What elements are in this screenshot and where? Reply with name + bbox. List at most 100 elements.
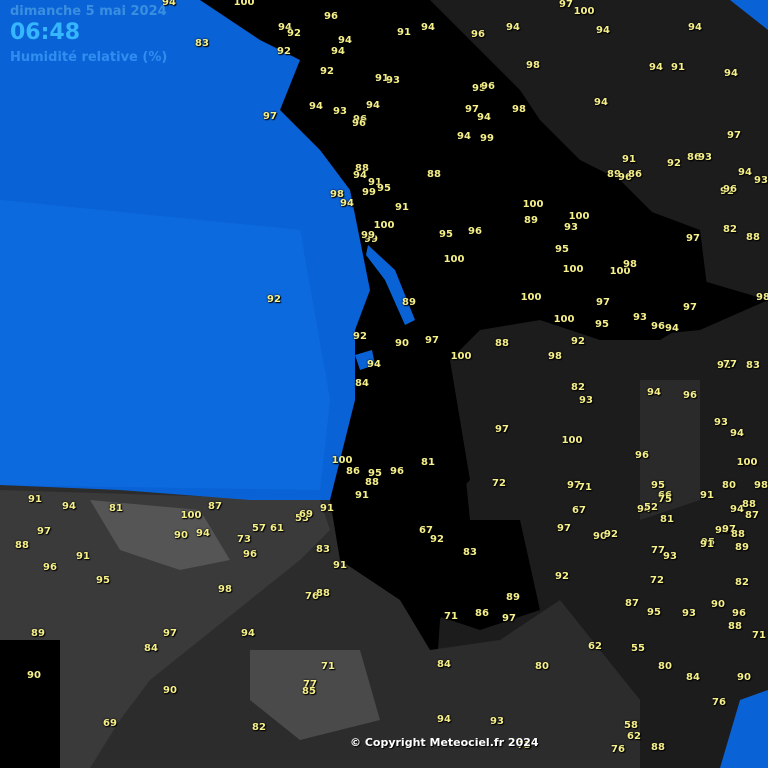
humidity-value: 77 bbox=[723, 359, 737, 370]
humidity-value: 99 bbox=[361, 230, 375, 241]
weather-map: dimanche 5 mai 2024 06:48 Humidité relat… bbox=[0, 0, 768, 768]
humidity-value: 99 bbox=[362, 187, 376, 198]
humidity-value: 96 bbox=[471, 29, 485, 40]
humidity-value: 96 bbox=[683, 390, 697, 401]
humidity-value: 93 bbox=[490, 716, 504, 727]
humidity-value: 89 bbox=[506, 592, 520, 603]
humidity-value: 96 bbox=[468, 226, 482, 237]
humidity-value: 93 bbox=[564, 222, 578, 233]
humidity-value: 91 bbox=[28, 494, 42, 505]
map-date: dimanche 5 mai 2024 bbox=[10, 4, 167, 19]
humidity-value: 96 bbox=[243, 549, 257, 560]
humidity-value: 100 bbox=[553, 314, 575, 325]
humidity-value: 71 bbox=[444, 611, 458, 622]
humidity-value: 94 bbox=[309, 101, 323, 112]
humidity-value: 96 bbox=[651, 321, 665, 332]
humidity-value: 95 bbox=[96, 575, 110, 586]
humidity-value: 98 bbox=[218, 584, 232, 595]
humidity-value: 89 bbox=[735, 542, 749, 553]
humidity-value: 88 bbox=[651, 742, 665, 753]
humidity-value: 83 bbox=[316, 544, 330, 555]
humidity-value: 92 bbox=[430, 534, 444, 545]
humidity-value: 55 bbox=[631, 643, 645, 654]
humidity-value: 90 bbox=[163, 685, 177, 696]
humidity-value: 94 bbox=[196, 528, 210, 539]
humidity-value: 88 bbox=[731, 529, 745, 540]
humidity-value: 100 bbox=[180, 510, 202, 521]
humidity-value: 94 bbox=[730, 428, 744, 439]
humidity-value: 95 bbox=[647, 607, 661, 618]
humidity-value: 94 bbox=[437, 714, 451, 725]
humidity-value: 97 bbox=[596, 297, 610, 308]
humidity-value: 100 bbox=[373, 220, 395, 231]
humidity-value: 87 bbox=[208, 501, 222, 512]
humidity-value: 100 bbox=[331, 455, 353, 466]
humidity-value: 86 bbox=[346, 466, 360, 477]
humidity-value: 94 bbox=[367, 359, 381, 370]
humidity-value: 94 bbox=[421, 22, 435, 33]
humidity-value: 90 bbox=[737, 672, 751, 683]
humidity-value: 94 bbox=[477, 112, 491, 123]
humidity-value: 88 bbox=[495, 338, 509, 349]
humidity-value: 90 bbox=[395, 338, 409, 349]
humidity-value: 58 bbox=[624, 720, 638, 731]
humidity-value: 97 bbox=[37, 526, 51, 537]
humidity-value: 98 bbox=[754, 480, 768, 491]
humidity-value: 98 bbox=[548, 351, 562, 362]
humidity-value: 94 bbox=[340, 198, 354, 209]
humidity-value: 92 bbox=[277, 46, 291, 57]
humidity-value: 94 bbox=[596, 25, 610, 36]
humidity-value: 82 bbox=[723, 224, 737, 235]
map-time: 06:48 bbox=[10, 20, 81, 45]
humidity-value: 93 bbox=[386, 75, 400, 86]
humidity-value: 83 bbox=[195, 38, 209, 49]
humidity-value: 96 bbox=[481, 81, 495, 92]
humidity-value: 88 bbox=[746, 232, 760, 243]
humidity-value: 91 bbox=[700, 539, 714, 550]
humidity-value: 93 bbox=[579, 395, 593, 406]
humidity-value: 72 bbox=[650, 575, 664, 586]
humidity-value: 93 bbox=[682, 608, 696, 619]
humidity-value: 93 bbox=[698, 152, 712, 163]
humidity-value: 91 bbox=[333, 560, 347, 571]
humidity-value: 97 bbox=[559, 0, 573, 10]
humidity-value: 80 bbox=[535, 661, 549, 672]
humidity-value: 97 bbox=[683, 302, 697, 313]
humidity-value: 83 bbox=[463, 547, 477, 558]
humidity-value: 97 bbox=[557, 523, 571, 534]
humidity-value: 96 bbox=[352, 118, 366, 129]
humidity-value: 82 bbox=[571, 382, 585, 393]
humidity-value: 84 bbox=[686, 672, 700, 683]
humidity-value: 97 bbox=[686, 233, 700, 244]
humidity-value: 100 bbox=[520, 292, 542, 303]
humidity-value: 91 bbox=[355, 490, 369, 501]
humidity-value: 90 bbox=[711, 599, 725, 610]
humidity-value: 93 bbox=[333, 106, 347, 117]
humidity-value: 69 bbox=[103, 718, 117, 729]
humidity-value: 91 bbox=[671, 62, 685, 73]
humidity-value: 95 bbox=[555, 244, 569, 255]
humidity-value: 98 bbox=[756, 292, 768, 303]
humidity-value: 94 bbox=[338, 35, 352, 46]
humidity-value: 94 bbox=[649, 62, 663, 73]
humidity-value: 72 bbox=[492, 478, 506, 489]
humidity-value: 82 bbox=[252, 722, 266, 733]
humidity-value: 95 bbox=[595, 319, 609, 330]
humidity-value: 71 bbox=[752, 630, 766, 641]
humidity-value: 87 bbox=[625, 598, 639, 609]
humidity-value: 94 bbox=[62, 501, 76, 512]
humidity-value: 94 bbox=[457, 131, 471, 142]
humidity-value: 100 bbox=[562, 264, 584, 275]
humidity-value: 88 bbox=[316, 588, 330, 599]
humidity-value: 97 bbox=[727, 130, 741, 141]
humidity-value: 81 bbox=[421, 457, 435, 468]
humidity-value: 91 bbox=[700, 490, 714, 501]
humidity-value: 62 bbox=[588, 641, 602, 652]
humidity-value: 67 bbox=[572, 505, 586, 516]
humidity-value: 86 bbox=[475, 608, 489, 619]
humidity-value: 81 bbox=[660, 514, 674, 525]
humidity-value: 100 bbox=[573, 6, 595, 17]
humidity-value: 71 bbox=[321, 661, 335, 672]
humidity-value: 91 bbox=[622, 154, 636, 165]
humidity-value: 96 bbox=[723, 184, 737, 195]
